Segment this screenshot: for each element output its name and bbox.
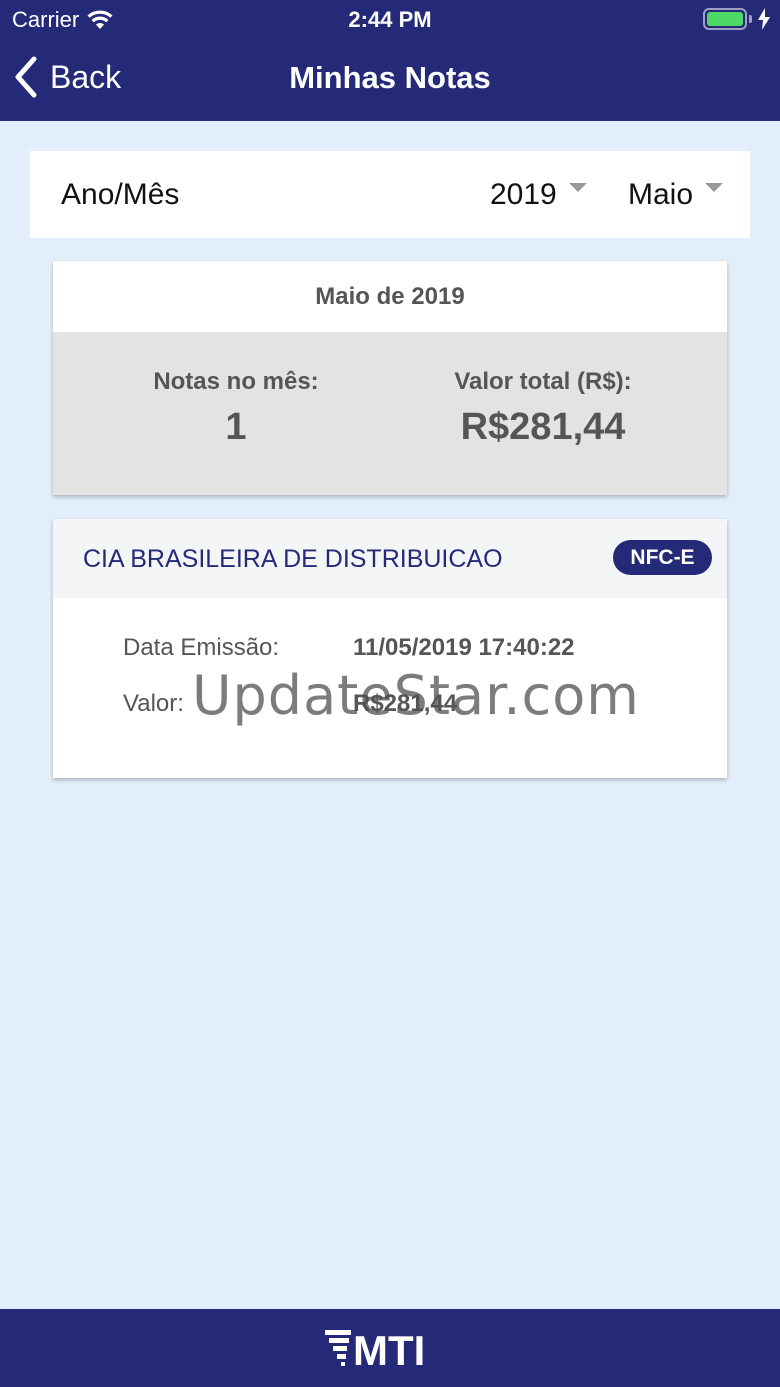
issue-date-value: 11/05/2019 17:40:22: [353, 634, 575, 661]
year-month-filter: Ano/Mês 2019 Maio: [30, 151, 750, 238]
company-name: CIA BRASILEIRA DE DISTRIBUICAO: [83, 545, 503, 573]
footer-bar: MTI: [0, 1309, 780, 1387]
battery-icon: [703, 8, 747, 30]
note-list-item[interactable]: CIA BRASILEIRA DE DISTRIBUICAO NFC-E Dat…: [53, 519, 727, 778]
monthly-summary-card: Maio de 2019 Notas no mês: 1 Valor total…: [53, 261, 727, 495]
mti-logo: MTI: [325, 1328, 425, 1368]
status-bar: Carrier 2:44 PM: [0, 0, 780, 40]
logo-text: MTI: [353, 1328, 425, 1368]
notes-count-value: 1: [225, 406, 247, 448]
month-value: Maio: [628, 177, 694, 211]
charging-bolt-icon: [758, 8, 770, 30]
year-value: 2019: [490, 177, 557, 211]
filter-label: Ano/Mês: [61, 177, 180, 211]
notes-count-label: Notas no mês:: [153, 368, 319, 395]
year-dropdown-arrow-icon: [568, 183, 587, 192]
total-value-label: Valor total (R$):: [454, 368, 632, 395]
app-header: Carrier 2:44 PM Back Minhas Notas: [0, 0, 780, 121]
year-select[interactable]: 2019: [490, 178, 587, 212]
summary-body: Notas no mês: 1 Valor total (R$): R$281,…: [53, 332, 727, 495]
issue-date-label: Data Emissão:: [123, 634, 280, 661]
navigation-bar: Back Minhas Notas: [0, 50, 780, 110]
notes-count-metric: Notas no mês: 1: [86, 368, 386, 449]
total-value-metric: Valor total (R$): R$281,44: [393, 368, 693, 449]
month-dropdown-arrow-icon: [705, 183, 724, 192]
note-type-badge: NFC-E: [613, 540, 712, 575]
battery-indicator: [703, 8, 770, 30]
page-title: Minhas Notas: [289, 60, 491, 95]
issue-date-row: Data Emissão: 11/05/2019 17:40:22: [123, 634, 575, 662]
summary-heading: Maio de 2019: [315, 282, 465, 310]
clock: 2:44 PM: [348, 7, 432, 32]
watermark: UpdateStar.com: [192, 664, 640, 727]
note-header: CIA BRASILEIRA DE DISTRIBUICAO NFC-E: [53, 519, 727, 598]
total-value-amount: R$281,44: [460, 406, 626, 448]
month-select[interactable]: Maio: [628, 177, 724, 212]
